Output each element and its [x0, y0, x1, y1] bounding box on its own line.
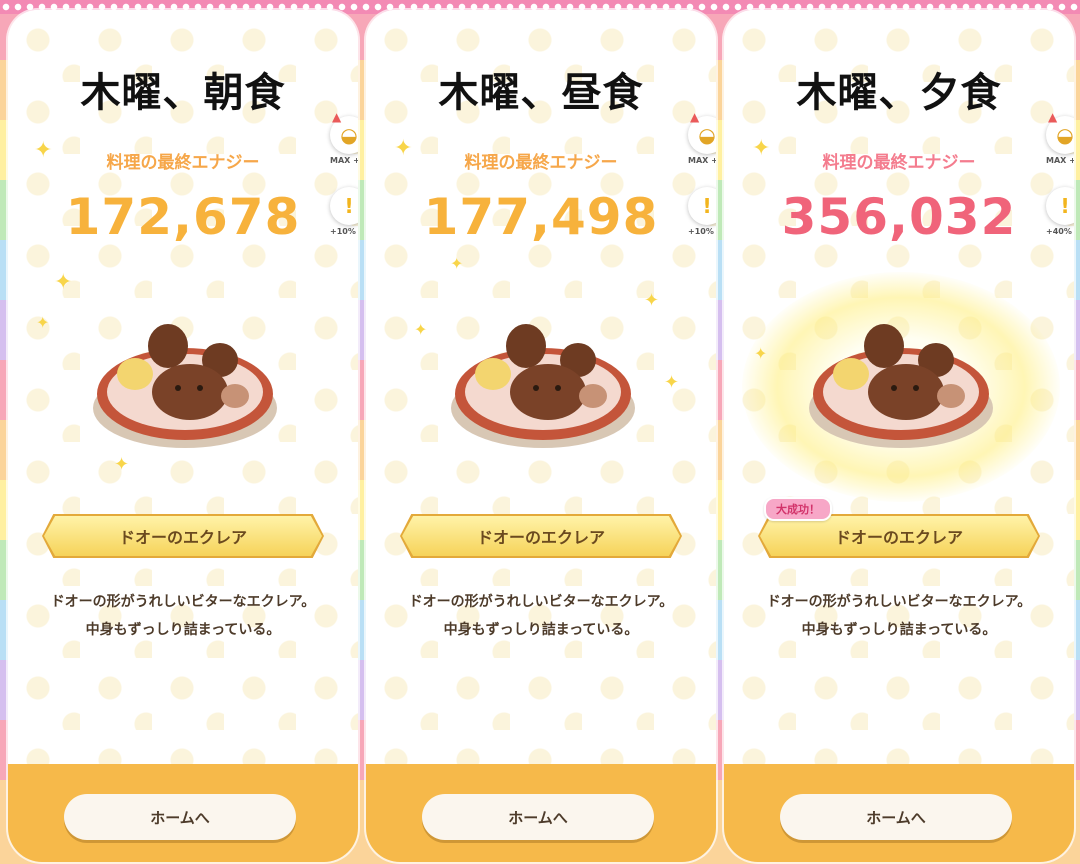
- cooking-pot-icon: ◒: [340, 123, 358, 147]
- sparkle-icon: ✦: [754, 344, 768, 363]
- up-arrow-icon: ▲: [690, 110, 700, 124]
- result-panel-lunch: 木曜、昼食 ▲ ◒ MAX +9 ! +10% 料理の最終エナジー 177,49…: [366, 10, 716, 862]
- description-line-1: ドオーの形がうれしいビターなエクレア。: [766, 594, 1032, 610]
- energy-label: 料理の最終エナジー: [464, 153, 618, 173]
- sparkle-icon: ✦: [36, 313, 50, 332]
- sparkle-icon: ✦: [664, 372, 680, 393]
- sparkle-icon: ✦: [54, 270, 73, 295]
- dish-description: ドオーの形がうれしいビターなエクレア。 中身もずっしり詰まっている。: [8, 588, 358, 644]
- dish-name-banner: ドオーのエクレア: [402, 516, 680, 556]
- result-panel-dinner: 木曜、夕食 ▲ ◒ MAX +9 ! +40% 料理の最終エナジー 356,03…: [724, 10, 1074, 862]
- description-line-2: 中身もずっしり詰まっている。: [443, 622, 639, 638]
- sparkle-icon: ✦: [394, 136, 413, 161]
- sparkle-icon: ✦: [450, 254, 464, 273]
- panel-title: 木曜、夕食: [796, 70, 1002, 116]
- dish-name-banner: ドオーのエクレア: [44, 516, 322, 556]
- dish-name-banner: ドオーのエクレア: [760, 516, 1038, 556]
- sparkle-icon: ✦: [34, 138, 53, 163]
- up-arrow-icon: ▲: [1048, 110, 1058, 124]
- cooking-pot-icon: ◒: [1056, 123, 1074, 147]
- energy-label: 料理の最終エナジー: [106, 153, 260, 173]
- home-button[interactable]: ホームへ: [64, 794, 296, 840]
- result-panel-breakfast: 木曜、朝食 ▲ ◒ MAX +9 ! +10% 料理の最終エナジー 172,67…: [8, 10, 358, 862]
- eclair-dish-image: [451, 324, 635, 448]
- up-arrow-icon: ▲: [332, 110, 342, 124]
- description-line-2: 中身もずっしり詰まっている。: [85, 622, 281, 638]
- sparkle-icon: ✦: [644, 290, 660, 311]
- eclair-dish-image: [809, 324, 993, 448]
- sparkle-icon: ✦: [414, 320, 428, 339]
- cooking-pot-icon: ◒: [698, 123, 716, 147]
- dish-description: ドオーの形がうれしいビターなエクレア。 中身もずっしり詰まっている。: [724, 588, 1074, 644]
- energy-value: 177,498: [423, 188, 659, 246]
- dish-description: ドオーの形がうれしいビターなエクレア。 中身もずっしり詰まっている。: [366, 588, 716, 644]
- energy-label: 料理の最終エナジー: [822, 153, 976, 173]
- eclair-dish-image: [93, 324, 277, 448]
- home-button[interactable]: ホームへ: [422, 794, 654, 840]
- energy-value: 172,678: [65, 188, 301, 246]
- description-line-1: ドオーの形がうれしいビターなエクレア。: [408, 594, 674, 610]
- panel-title: 木曜、昼食: [438, 70, 644, 116]
- sparkle-icon: ✦: [114, 454, 130, 475]
- great-success-tag: 大成功！: [764, 497, 832, 521]
- description-line-1: ドオーの形がうれしいビターなエクレア。: [50, 594, 316, 610]
- home-button[interactable]: ホームへ: [780, 794, 1012, 840]
- description-line-2: 中身もずっしり詰まっている。: [801, 622, 997, 638]
- sparkle-icon: ✦: [752, 136, 771, 161]
- energy-value: 356,032: [781, 188, 1017, 246]
- panel-title: 木曜、朝食: [80, 70, 286, 116]
